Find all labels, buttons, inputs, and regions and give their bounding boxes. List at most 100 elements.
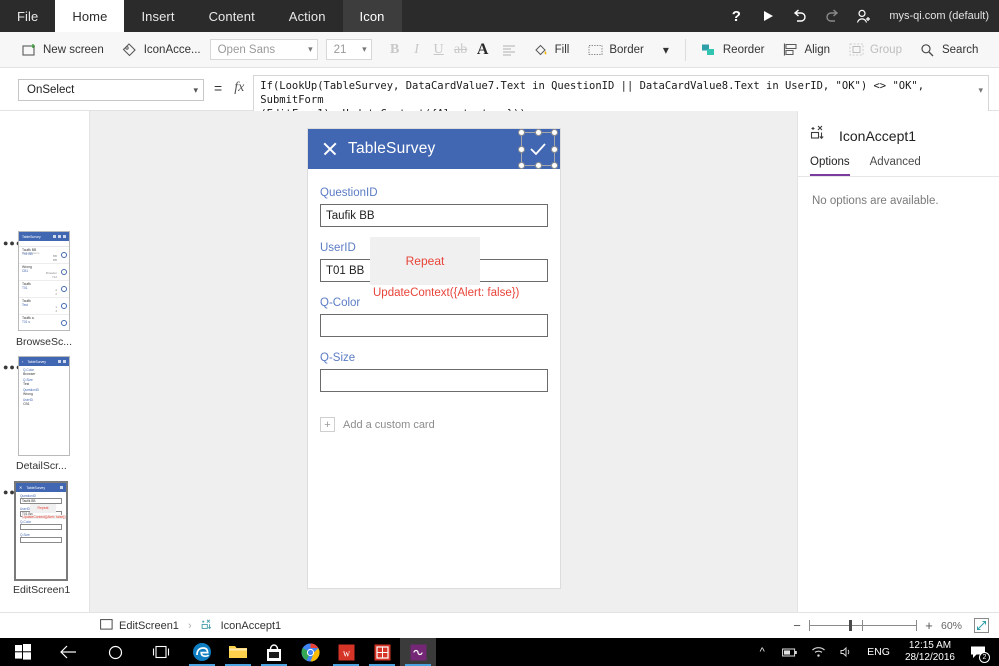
new-screen-label: New screen — [43, 43, 104, 56]
font-size-select[interactable]: 21 ▾ — [325, 39, 372, 60]
ribbon-tab-list: File Home Insert Content Action Icon — [0, 0, 402, 32]
play-icon[interactable] — [759, 7, 777, 25]
account-label[interactable]: mys-qi.com (default) — [887, 10, 989, 22]
font-family-value: Open Sans — [217, 43, 276, 56]
chevron-right-icon — [61, 286, 67, 292]
breadcrumb-control[interactable]: IconAccept1 — [201, 618, 281, 634]
word-icon[interactable]: w — [328, 638, 364, 666]
zoom-in-button[interactable]: + — [924, 618, 934, 633]
menu-tab-action[interactable]: Action — [272, 0, 343, 32]
file-explorer-icon[interactable] — [220, 638, 256, 666]
add-custom-card-button[interactable]: + Add a custom card — [320, 407, 548, 432]
thumb-row-secondary: T01 s — [22, 320, 30, 324]
close-x-icon[interactable] — [322, 141, 338, 157]
thumb-header: ‹ TableSurvey — [19, 357, 69, 366]
menu-tab-content[interactable]: Content — [192, 0, 272, 32]
menu-tab-home[interactable]: Home — [55, 0, 125, 32]
resize-handle[interactable] — [534, 162, 542, 169]
selected-control-button[interactable]: IconAcce... — [113, 35, 210, 65]
menu-tab-file[interactable]: File — [0, 0, 55, 32]
resize-handle[interactable] — [551, 145, 558, 153]
chevron-right-icon — [61, 252, 67, 258]
wifi-icon[interactable] — [804, 638, 832, 666]
resize-handle[interactable] — [551, 162, 558, 169]
field-label: Q-Size — [320, 352, 356, 364]
clock-date: 28/12/2016 — [904, 652, 955, 663]
excel-icon[interactable] — [364, 638, 400, 666]
powerapps-icon[interactable] — [400, 638, 436, 666]
edge-icon[interactable] — [184, 638, 220, 666]
action-center-icon[interactable]: 2 — [963, 638, 993, 666]
align-objects-icon — [782, 42, 798, 58]
store-icon[interactable] — [256, 638, 292, 666]
thumb-detail-field: Q-Color Browser Q-Size Test QuestionID W… — [19, 366, 69, 410]
property-select[interactable]: OnSelect ▾ — [18, 79, 204, 101]
clock[interactable]: 12:15 AM 28/12/2016 — [897, 640, 963, 664]
menu-tab-icon[interactable]: Icon — [342, 0, 402, 32]
alert-popup-code: UpdateContext({Alert: false}) — [373, 287, 520, 299]
resize-handle[interactable] — [518, 162, 525, 169]
tab-advanced[interactable]: Advanced — [870, 156, 921, 176]
screen-preview-editscreen1[interactable]: TableSurvey QuestionID Taufik BB UserID … — [308, 129, 560, 588]
screen-thumbnail-detail[interactable]: ‹ TableSurvey Q-Color Browser Q-Size Tes… — [18, 356, 70, 456]
bold-button[interactable]: B — [384, 42, 406, 58]
volume-icon[interactable] — [832, 638, 860, 666]
slider-tick — [809, 619, 810, 631]
tab-options[interactable]: Options — [810, 156, 850, 176]
new-screen-button[interactable]: New screen — [12, 35, 113, 65]
screen-thumbnail-browse[interactable]: TableSurvey Search items Taufik BB T01 B… — [18, 231, 70, 331]
app-canvas[interactable]: TableSurvey QuestionID Taufik BB UserID … — [90, 111, 797, 612]
add-user-icon[interactable] — [855, 7, 873, 25]
field-input[interactable] — [320, 369, 548, 392]
screen-thumbnail-edit[interactable]: ✕ TableSurvey QuestionID Taufik BB UserI… — [14, 481, 68, 581]
thumb-header-icons — [60, 486, 63, 489]
italic-button[interactable]: I — [406, 42, 428, 58]
zoom-out-button[interactable]: − — [792, 618, 802, 633]
resize-handle[interactable] — [518, 145, 525, 153]
thumb-popup-title: Repeat — [30, 504, 56, 513]
group-button: Group — [839, 35, 911, 65]
show-hidden-icons-icon[interactable]: ^ — [748, 638, 776, 666]
chevron-down-icon[interactable]: ▾ — [978, 85, 983, 96]
fill-button[interactable]: Fill — [524, 35, 579, 65]
text-color-button[interactable]: A — [472, 41, 494, 59]
reorder-button[interactable]: Reorder — [692, 35, 774, 65]
battery-icon[interactable] — [776, 638, 804, 666]
zoom-slider[interactable] — [809, 619, 917, 633]
resize-handle[interactable] — [551, 129, 558, 136]
font-family-select[interactable]: Open Sans ▾ — [209, 39, 318, 60]
field-input[interactable]: Taufik BB — [320, 204, 548, 227]
fit-to-screen-icon[interactable] — [974, 618, 989, 633]
formula-bar: OnSelect ▾ = fx If(LookUp(TableSurvey, D… — [0, 69, 999, 125]
thumb-title: TableSurvey — [27, 359, 47, 364]
back-arrow-icon: ‹ — [22, 359, 24, 364]
alert-popup-box[interactable]: Repeat — [370, 237, 480, 285]
language-indicator[interactable]: ENG — [860, 646, 897, 658]
border-button[interactable]: Border — [578, 35, 653, 65]
chrome-icon[interactable] — [292, 638, 328, 666]
strikethrough-button[interactable]: ab — [450, 42, 472, 58]
align-text-button[interactable] — [494, 35, 524, 65]
redo-icon[interactable] — [823, 7, 841, 25]
slider-knob[interactable] — [849, 619, 852, 631]
question-mark-icon[interactable]: ? — [727, 7, 745, 25]
windows-start-icon[interactable] — [0, 638, 46, 666]
menu-tab-insert[interactable]: Insert — [124, 0, 191, 32]
back-arrow-icon[interactable] — [46, 638, 92, 666]
search-button[interactable]: Search — [911, 35, 987, 65]
thumb-list-row: Taufik a. T01 s — [19, 315, 69, 330]
breadcrumb-screen[interactable]: EditScreen1 — [100, 618, 179, 633]
undo-icon[interactable] — [791, 7, 809, 25]
thumb-row-right2: 4 — [55, 309, 57, 313]
underline-button[interactable]: U — [428, 42, 450, 58]
border-options-button[interactable]: ▾ — [653, 35, 679, 65]
align-objects-button[interactable]: Align — [773, 35, 839, 65]
resize-handle[interactable] — [534, 129, 542, 136]
thumb-field-value: Wrong — [23, 392, 33, 396]
status-bar-left-pad — [0, 612, 90, 638]
resize-handle[interactable] — [518, 129, 525, 136]
task-view-icon[interactable] — [138, 638, 184, 666]
alert-popup-title: Repeat — [405, 254, 445, 268]
field-input[interactable] — [320, 314, 548, 337]
cortana-circle-icon[interactable] — [92, 638, 138, 666]
